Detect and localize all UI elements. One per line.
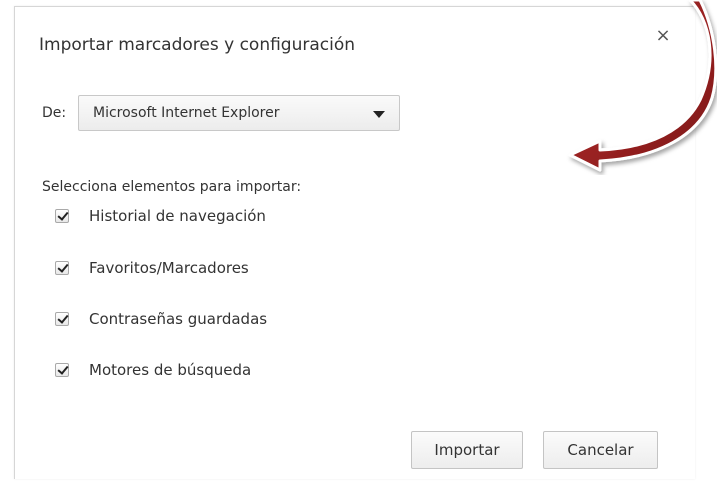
screenshot: Importar marcadores y configuración × De… xyxy=(0,0,717,486)
dialog-title: Importar marcadores y configuración xyxy=(39,35,356,55)
checkbox-search-engines-label: Motores de búsqueda xyxy=(89,361,252,379)
cancel-button[interactable]: Cancelar xyxy=(543,431,658,469)
curved-arrow-icon xyxy=(568,0,717,172)
checkbox-passwords-label: Contraseñas guardadas xyxy=(89,310,268,328)
import-button[interactable]: Importar xyxy=(411,431,523,469)
items-section-label: Selecciona elementos para importar: xyxy=(42,179,302,195)
checkmark-icon[interactable] xyxy=(55,209,69,223)
chevron-down-icon xyxy=(373,111,385,118)
source-browser-value: Microsoft Internet Explorer xyxy=(93,105,280,121)
checkmark-icon[interactable] xyxy=(55,312,69,326)
checkbox-history-label: Historial de navegación xyxy=(89,207,266,225)
checkmark-icon[interactable] xyxy=(55,363,69,377)
checkmark-icon[interactable] xyxy=(55,261,69,275)
source-label: De: xyxy=(42,105,67,121)
source-browser-select[interactable]: Microsoft Internet Explorer xyxy=(78,95,400,131)
checkbox-favorites-label: Favoritos/Marcadores xyxy=(89,259,249,277)
